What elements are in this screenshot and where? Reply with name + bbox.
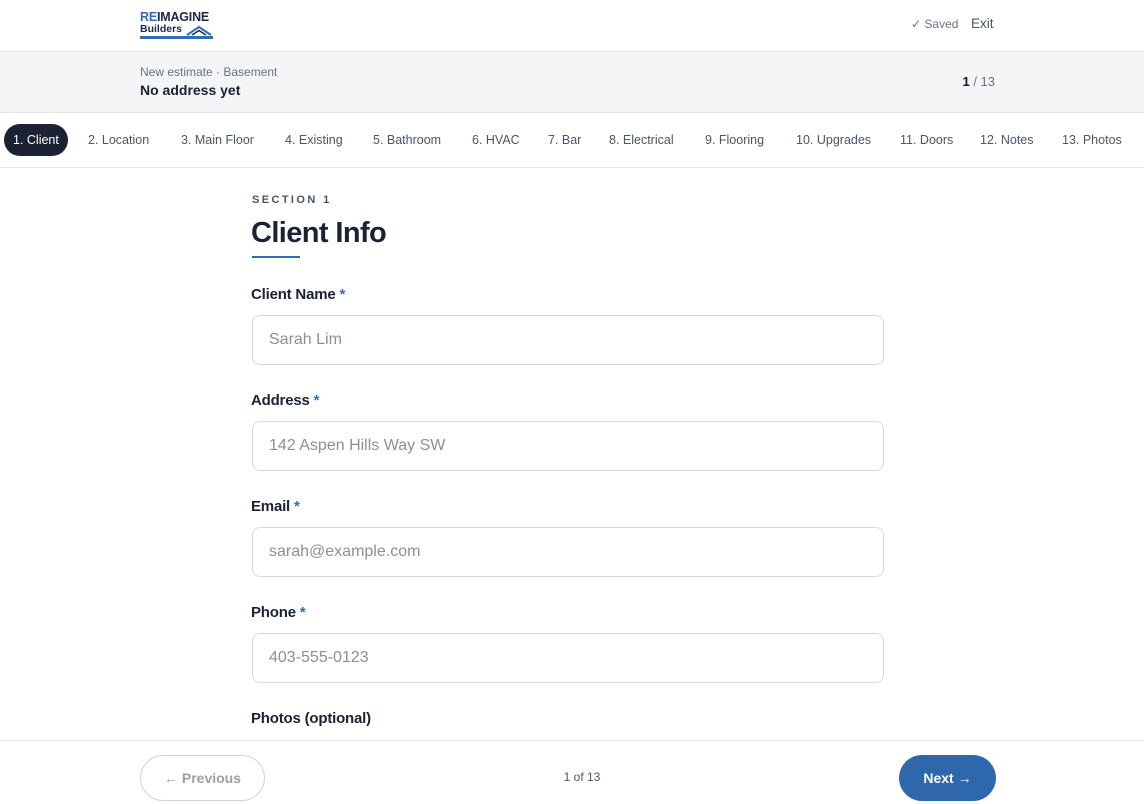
client-name-input[interactable] — [252, 315, 884, 365]
tab-client[interactable]: 1. Client — [4, 124, 68, 156]
estimate-meta: New estimate · Basement — [140, 65, 278, 79]
client-name-label: Client Name * — [251, 286, 346, 303]
tab-upgrades[interactable]: 10. Upgrades — [787, 124, 880, 156]
title-underline — [252, 256, 300, 258]
page-title: Client Info — [251, 217, 387, 249]
logo-subtitle: Builders — [140, 23, 183, 35]
saved-status: ✓ Saved — [911, 17, 959, 31]
tab-flooring[interactable]: 9. Flooring — [696, 124, 773, 156]
reimagine-builders-logo[interactable]: REIMAGINE Builders — [140, 10, 213, 40]
section-counter: 1 / 13 — [962, 74, 995, 89]
tab-bar[interactable]: 7. Bar — [539, 124, 590, 156]
tab-hvac[interactable]: 6. HVAC — [463, 124, 529, 156]
phone-label: Phone * — [251, 604, 306, 621]
exit-button[interactable]: Exit — [971, 16, 994, 31]
estimate-address: No address yet — [140, 82, 241, 98]
photos-label: Photos (optional) — [251, 710, 371, 727]
next-button[interactable]: Next → — [899, 755, 996, 801]
estimate-summary-bar: New estimate · Basement No address yet 1… — [0, 52, 1144, 113]
section-label: SECTION 1 — [252, 194, 332, 206]
tab-doors[interactable]: 11. Doors — [891, 124, 962, 156]
tab-bathroom[interactable]: 5. Bathroom — [364, 124, 450, 156]
phone-input[interactable] — [252, 633, 884, 683]
tab-location[interactable]: 2. Location — [79, 124, 158, 156]
email-label: Email * — [251, 498, 300, 515]
bottom-nav-bar: ← Previous 1 of 13 Next → — [0, 740, 1144, 804]
section-tabs: 1. Client 2. Location 3. Main Floor 4. E… — [0, 113, 1144, 168]
email-input[interactable] — [252, 527, 884, 577]
top-bar: REIMAGINE Builders ✓ Saved Exit — [0, 0, 1144, 52]
logo-wordmark: REIMAGINE — [140, 10, 210, 24]
logo-underline — [140, 36, 213, 39]
tab-electrical[interactable]: 8. Electrical — [600, 124, 683, 156]
tab-main-floor[interactable]: 3. Main Floor — [172, 124, 263, 156]
roof-icon — [186, 25, 212, 36]
tab-notes[interactable]: 12. Notes — [971, 124, 1043, 156]
address-input[interactable] — [252, 421, 884, 471]
tab-photos[interactable]: 13. Photos — [1053, 124, 1131, 156]
address-label: Address * — [251, 392, 320, 409]
tab-existing[interactable]: 4. Existing — [276, 124, 352, 156]
